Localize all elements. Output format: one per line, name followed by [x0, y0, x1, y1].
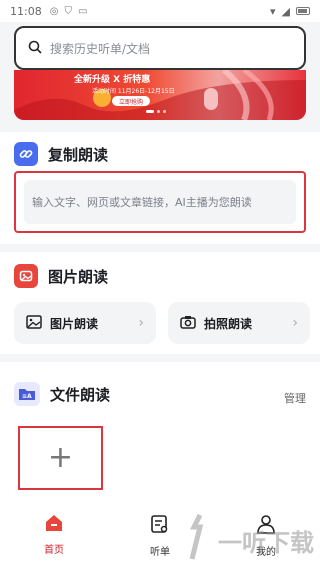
copy-read-card: 复制朗读 输入文字、网页或文章链接，AI主播为您朗读	[0, 132, 320, 244]
image-read-option-label: 图片朗读	[50, 316, 99, 331]
copy-text-input-box[interactable]: 输入文字、网页或文章链接，AI主播为您朗读	[14, 171, 306, 233]
search-icon	[28, 39, 42, 58]
file-read-title: 文件朗读	[50, 385, 111, 404]
nav-playlist[interactable]: 听单	[130, 514, 190, 558]
sd-card-icon: ▭	[77, 5, 88, 17]
chevron-right-icon: ›	[138, 315, 144, 331]
pager-dot	[157, 110, 160, 113]
banner-headline: 全新升级 X 折特惠	[74, 75, 151, 85]
link-icon	[14, 142, 38, 166]
playlist-icon	[150, 514, 170, 537]
search-bar[interactable]: 搜索历史听单/文档	[14, 26, 306, 70]
signal-icon: ◢	[281, 4, 290, 18]
copy-read-header: 复制朗读	[14, 142, 108, 166]
file-audio-icon: ≡A	[14, 382, 40, 406]
svg-text:≡A: ≡A	[22, 393, 32, 400]
watermark: 一听下载	[182, 513, 314, 567]
pager-dot	[146, 110, 154, 113]
file-read-header: ≡A 文件朗读	[14, 382, 110, 406]
nav-playlist-label: 听单	[150, 547, 170, 558]
copy-read-title: 复制朗读	[48, 145, 109, 164]
chevron-right-icon: ›	[292, 315, 298, 331]
wifi-icon: ▾	[270, 4, 276, 18]
notification-icon: ◎	[49, 5, 59, 17]
home-icon	[44, 514, 64, 535]
banner-cta-button[interactable]: 立即抢购	[112, 96, 150, 106]
manage-button[interactable]: 管理	[284, 390, 306, 406]
shield-icon: ⛉	[64, 5, 72, 17]
plus-icon: +	[47, 440, 74, 475]
watermark-text: 一听下载	[218, 528, 314, 557]
image-read-title: 图片朗读	[48, 267, 109, 286]
image-read-header: 图片朗读	[14, 264, 108, 288]
watermark-logo-icon	[182, 513, 212, 567]
photo-read-option-label: 拍照朗读	[204, 316, 253, 331]
copy-text-input[interactable]: 输入文字、网页或文章链接，AI主播为您朗读	[24, 180, 296, 224]
photo-read-option[interactable]: 拍照朗读 ›	[168, 302, 310, 344]
status-bar: 11:08 ◎ ⛉ ▭ ▾ ◢	[0, 0, 320, 22]
banner-subtitle: 活动时间 11月26日-12月15日	[92, 88, 175, 95]
battery-icon	[296, 7, 310, 15]
pager-dot	[163, 110, 166, 113]
camera-icon	[180, 315, 196, 332]
promo-banner[interactable]: 全新升级 X 折特惠 活动时间 11月26日-12月15日 立即抢购	[14, 70, 306, 120]
image-read-card: 图片朗读 图片朗读 › 拍照朗读 ›	[0, 252, 320, 354]
picture-icon	[26, 314, 42, 332]
banner-pager	[146, 110, 166, 113]
nav-home-label: 首页	[44, 545, 64, 556]
image-icon	[14, 264, 38, 288]
nav-home[interactable]: 首页	[24, 514, 84, 556]
status-right: ▾ ◢	[270, 5, 310, 18]
file-read-card: ≡A 文件朗读 管理 +	[0, 362, 320, 504]
add-file-button[interactable]: +	[18, 426, 103, 490]
image-read-option[interactable]: 图片朗读 ›	[14, 302, 156, 344]
status-time: 11:08	[10, 4, 42, 18]
search-input[interactable]: 搜索历史听单/文档	[50, 40, 150, 57]
